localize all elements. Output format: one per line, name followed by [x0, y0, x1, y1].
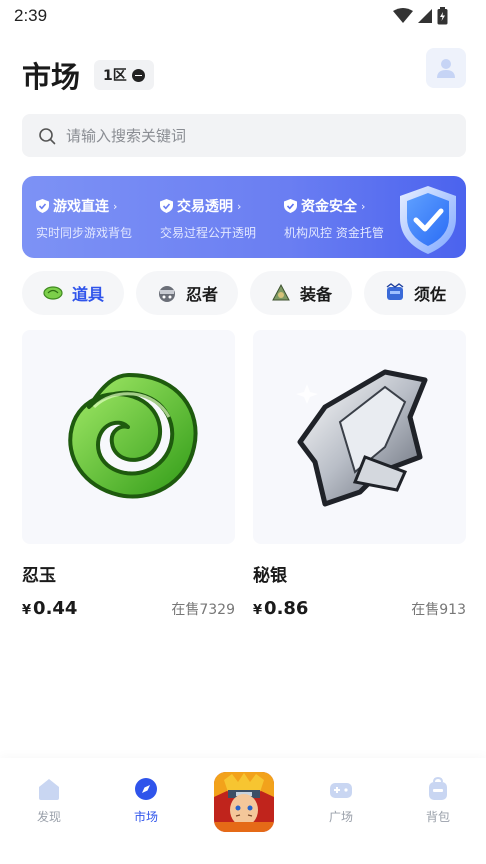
feature-fund-safety: 资金安全 › 机构风控 资金托管 — [284, 196, 384, 241]
price-value: 0.86 — [264, 598, 309, 619]
chevron-right-icon: › — [237, 199, 242, 213]
gamepad-icon — [330, 783, 352, 798]
susanoo-icon — [386, 283, 404, 300]
trust-banner[interactable]: 游戏直连 › 实时同步游戏背包 交易透明 › 交易过程公开透明 资金安全 › 机… — [22, 176, 466, 258]
category-tab-ninja[interactable]: 忍者 — [136, 271, 238, 315]
tab-label: 背包 — [425, 810, 450, 824]
price-value: 0.44 — [33, 598, 78, 619]
battery-icon — [437, 7, 448, 25]
page-title: 市场 — [22, 60, 81, 94]
tab-label: 广场 — [328, 810, 353, 824]
wifi-icon — [393, 8, 413, 23]
feature-title: 游戏直连 — [53, 199, 109, 215]
search-input[interactable] — [66, 126, 446, 145]
user-icon — [437, 59, 455, 78]
home-icon — [39, 779, 59, 800]
category-tab-items[interactable]: 道具 — [22, 271, 124, 315]
category-label: 道具 — [71, 285, 104, 304]
tab-label: 市场 — [133, 810, 158, 824]
tab-market[interactable]: 市场 — [111, 776, 181, 825]
naruto-game-icon — [214, 772, 274, 832]
tab-plaza[interactable]: 广场 — [306, 776, 376, 825]
category-label: 须佐 — [413, 285, 446, 304]
category-label: 装备 — [299, 285, 332, 304]
shield-check-icon — [284, 199, 297, 213]
item-card[interactable]: 忍玉 ¥0.44 在售7329 — [22, 330, 235, 619]
cellular-signal-icon — [418, 9, 432, 23]
item-stock: 在售7329 — [171, 602, 235, 618]
item-card[interactable]: 秘银 ¥0.86 在售913 — [253, 330, 466, 619]
item-grid: 忍玉 ¥0.44 在售7329 秘银 ¥ 0.86 在售913 — [22, 330, 466, 619]
item-price: ¥0.86 — [253, 598, 308, 619]
feature-subtitle: 交易过程公开透明 — [160, 226, 257, 240]
zone-selector[interactable]: 1区 — [94, 60, 154, 90]
item-stock: 在售913 — [411, 602, 466, 618]
item-name: 秘银 — [253, 566, 287, 586]
tab-label: 发现 — [36, 810, 61, 824]
feature-subtitle: 机构风控 资金托管 — [284, 226, 384, 240]
feature-title: 交易透明 — [177, 199, 233, 215]
zone-label: 1区 — [103, 68, 127, 84]
security-shield-icon — [400, 186, 456, 254]
item-image — [22, 330, 235, 544]
category-label: 忍者 — [185, 285, 218, 304]
item-image — [253, 330, 466, 544]
currency-symbol: ¥ — [253, 603, 263, 618]
search-icon — [39, 127, 56, 144]
status-bar: 2:39 — [0, 0, 486, 34]
currency-symbol: ¥ — [22, 603, 32, 618]
tab-discover[interactable]: 发现 — [14, 776, 84, 825]
item-name: 忍玉 — [22, 566, 56, 586]
status-time: 2:39 — [14, 6, 48, 25]
category-tabs: 道具 忍者 装备 须佐 — [22, 271, 466, 315]
shield-check-icon — [160, 199, 173, 213]
ninja-icon — [158, 286, 175, 302]
jade-leaf-icon — [43, 286, 63, 300]
game-launch-button[interactable] — [214, 772, 274, 832]
equipment-icon — [272, 283, 290, 301]
chevron-right-icon: › — [361, 199, 366, 213]
chevron-right-icon: › — [113, 199, 118, 213]
tab-backpack[interactable]: 背包 — [403, 776, 473, 825]
status-icons — [393, 7, 448, 25]
profile-button[interactable] — [426, 48, 466, 88]
feature-game-link: 游戏直连 › 实时同步游戏背包 — [36, 196, 132, 241]
compass-icon — [135, 778, 157, 800]
bottom-tab-bar: 发现 市场 广场 背包 — [0, 758, 486, 864]
switch-zone-icon — [131, 68, 145, 82]
feature-transparency: 交易透明 › 交易过程公开透明 — [160, 196, 256, 241]
search-bar[interactable] — [22, 114, 466, 157]
backpack-icon — [429, 776, 447, 800]
feature-subtitle: 实时同步游戏背包 — [36, 226, 133, 240]
feature-title: 资金安全 — [301, 199, 357, 215]
item-price: ¥0.44 — [22, 598, 77, 619]
category-tab-equipment[interactable]: 装备 — [250, 271, 352, 315]
category-tab-susanoo[interactable]: 须佐 — [364, 271, 466, 315]
ninja-jade-icon — [67, 373, 197, 499]
shield-check-icon — [36, 199, 49, 213]
mithril-icon — [295, 369, 427, 507]
header: 市场 1区 — [22, 48, 466, 96]
